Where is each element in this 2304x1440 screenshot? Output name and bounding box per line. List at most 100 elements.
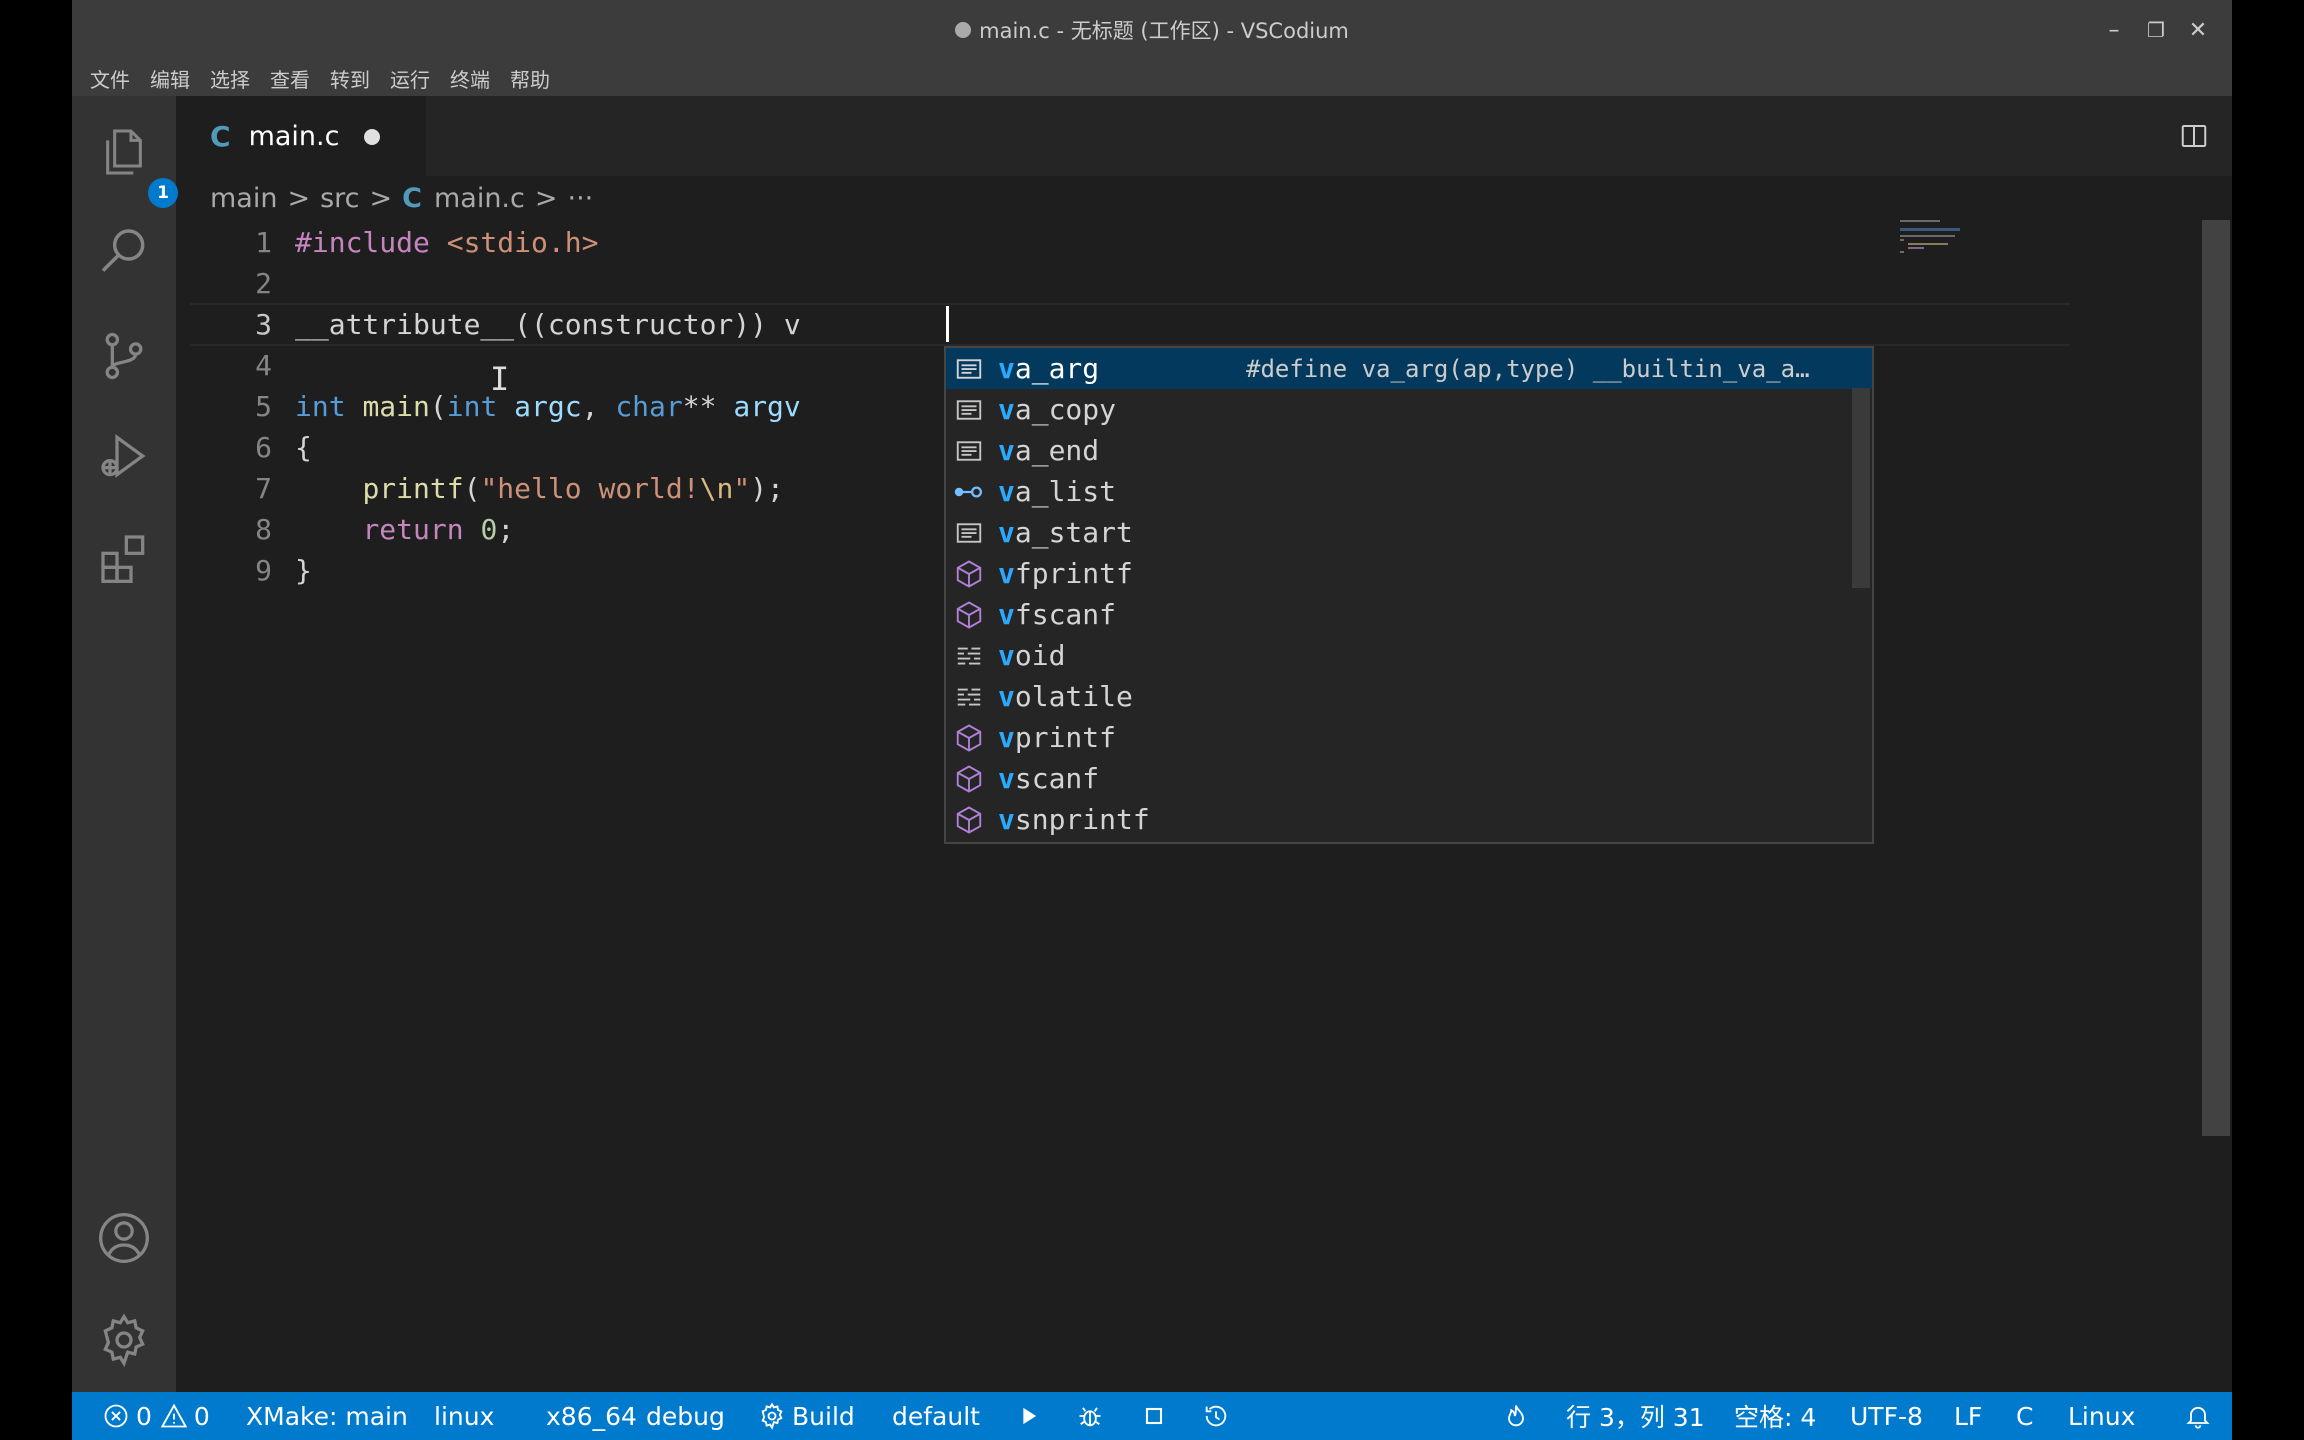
xmake-project[interactable]: XMake: main xyxy=(246,1392,408,1440)
menu-view[interactable]: 查看 xyxy=(260,64,320,93)
language-mode[interactable]: C xyxy=(2016,1392,2033,1440)
indentation[interactable]: 空格: 4 xyxy=(1734,1392,1816,1440)
menu-bar: 文件 编辑 选择 查看 转到 运行 终端 帮助 xyxy=(72,60,2232,96)
build-button[interactable]: Build xyxy=(758,1392,855,1440)
method-icon xyxy=(952,721,986,755)
label-rest: scanf xyxy=(1014,762,1100,795)
error-icon xyxy=(104,1404,128,1428)
suggest-scrollbar[interactable] xyxy=(1852,388,1870,588)
menu-run[interactable]: 运行 xyxy=(380,64,440,93)
menu-help[interactable]: 帮助 xyxy=(500,64,560,93)
suggestion-label: va_arg xyxy=(998,352,1099,385)
extensions-button[interactable] xyxy=(94,528,154,588)
snippet-icon xyxy=(952,352,986,386)
snippet-icon xyxy=(952,516,986,550)
code-line-7[interactable]: printf("hello world!\n"); xyxy=(295,468,784,509)
code-line-6[interactable]: { xyxy=(295,427,312,468)
flame-button[interactable] xyxy=(1502,1392,1536,1440)
code-line-1[interactable]: #include <stdio.h> xyxy=(295,222,598,263)
label-rest: a_copy xyxy=(1014,393,1117,426)
stop-icon xyxy=(1145,1407,1163,1425)
suggestion-label: va_start xyxy=(998,516,1133,549)
line-number: 2 xyxy=(255,267,272,300)
breadcrumb-symbols[interactable]: ··· xyxy=(567,183,593,214)
explorer-button[interactable]: 1 xyxy=(94,122,178,208)
code-string: "hello world! xyxy=(480,472,700,505)
method-icon xyxy=(952,762,986,796)
suggestion-item[interactable]: vscanf xyxy=(946,758,1872,799)
suggestion-label: vprintf xyxy=(998,721,1116,754)
menu-file[interactable]: 文件 xyxy=(80,64,140,93)
source-control-button[interactable] xyxy=(94,326,154,386)
unsaved-dot-icon[interactable] xyxy=(364,129,380,145)
breadcrumb-src[interactable]: src xyxy=(320,183,359,214)
cursor-position[interactable]: 行 3，列 31 xyxy=(1566,1392,1705,1440)
xmake-arch[interactable]: x86_64 xyxy=(546,1392,637,1440)
menu-go[interactable]: 转到 xyxy=(320,64,380,93)
breadcrumb-file[interactable]: main.c xyxy=(434,183,525,214)
suggestion-detail: #define va_arg(ap,type) __builtin_va_a… xyxy=(1246,354,1810,383)
code-line-8[interactable]: return 0; xyxy=(295,509,514,550)
error-count: 0 xyxy=(136,1401,152,1431)
match-highlight: v xyxy=(998,516,1015,549)
code-line-5[interactable]: int main(int argc, char** argv xyxy=(295,386,801,427)
code-line-3[interactable]: __attribute__((constructor)) v xyxy=(295,304,801,345)
debug-button[interactable] xyxy=(1076,1392,1110,1440)
manage-button[interactable] xyxy=(94,1310,154,1370)
match-highlight: v xyxy=(998,803,1015,836)
suggestion-item[interactable]: va_copy xyxy=(946,389,1872,430)
chevron-right-icon: > xyxy=(534,182,558,214)
tab-label: main.c xyxy=(248,120,340,152)
code-punct: ); xyxy=(750,472,784,505)
menu-edit[interactable]: 编辑 xyxy=(140,64,200,93)
tab-main-c[interactable]: C main.c xyxy=(176,96,426,176)
suggestion-item[interactable]: va_end xyxy=(946,430,1872,471)
mouse-ibeam-icon: I xyxy=(490,360,510,398)
warning-count: 0 xyxy=(193,1401,210,1431)
accounts-button[interactable] xyxy=(94,1208,154,1268)
suggestion-item[interactable]: va_start xyxy=(946,512,1872,553)
code-param: argc xyxy=(514,390,582,423)
minimap[interactable] xyxy=(1900,218,2060,278)
run-button[interactable] xyxy=(1014,1392,1048,1440)
suggestion-item[interactable]: vfscanf xyxy=(946,594,1872,635)
split-editor-button[interactable] xyxy=(2174,116,2214,156)
code-function: printf xyxy=(362,472,464,505)
search-icon xyxy=(101,229,145,272)
window-title: main.c - 无标题 (工作区) - VSCodium xyxy=(979,19,1349,43)
os-status[interactable]: Linux xyxy=(2068,1392,2135,1440)
suggestion-item[interactable]: vsnprintf xyxy=(946,799,1872,840)
suggestion-item[interactable]: vprintf xyxy=(946,717,1872,758)
suggestion-item[interactable]: void xyxy=(946,635,1872,676)
xmake-target[interactable]: default xyxy=(892,1392,980,1440)
suggestion-item-selected[interactable]: va_arg #define va_arg(ap,type) __builtin… xyxy=(946,348,1872,389)
match-highlight: v xyxy=(998,557,1015,590)
run-debug-button[interactable] xyxy=(94,426,154,486)
menu-selection[interactable]: 选择 xyxy=(200,64,260,93)
suggestion-item[interactable]: volatile xyxy=(946,676,1872,717)
suggestion-label: void xyxy=(998,639,1065,672)
history-button[interactable] xyxy=(1202,1392,1236,1440)
xmake-mode[interactable]: debug xyxy=(646,1392,725,1440)
vertical-scrollbar[interactable] xyxy=(2202,220,2230,1136)
code-line-9[interactable]: } xyxy=(295,550,312,591)
end-of-line[interactable]: LF xyxy=(1954,1392,1982,1440)
problems-status[interactable]: 0 0 xyxy=(102,1392,210,1440)
suggestion-item[interactable]: va_list xyxy=(946,471,1872,512)
search-button[interactable] xyxy=(94,222,154,282)
keyword-icon xyxy=(952,639,986,673)
stop-button[interactable] xyxy=(1140,1392,1174,1440)
notifications-button[interactable] xyxy=(2184,1392,2218,1440)
account-icon xyxy=(99,1213,149,1263)
extensions-icon xyxy=(101,535,145,583)
close-button[interactable]: ✕ xyxy=(2168,0,2228,60)
encoding[interactable]: UTF-8 xyxy=(1850,1392,1923,1440)
explorer-badge: 1 xyxy=(148,178,178,208)
c-file-icon: C xyxy=(402,182,422,214)
gear-icon xyxy=(103,1313,145,1368)
suggestion-item[interactable]: vfprintf xyxy=(946,553,1872,594)
xmake-platform[interactable]: linux xyxy=(434,1392,494,1440)
menu-terminal[interactable]: 终端 xyxy=(440,64,500,93)
breadcrumb-main[interactable]: main xyxy=(210,183,277,214)
